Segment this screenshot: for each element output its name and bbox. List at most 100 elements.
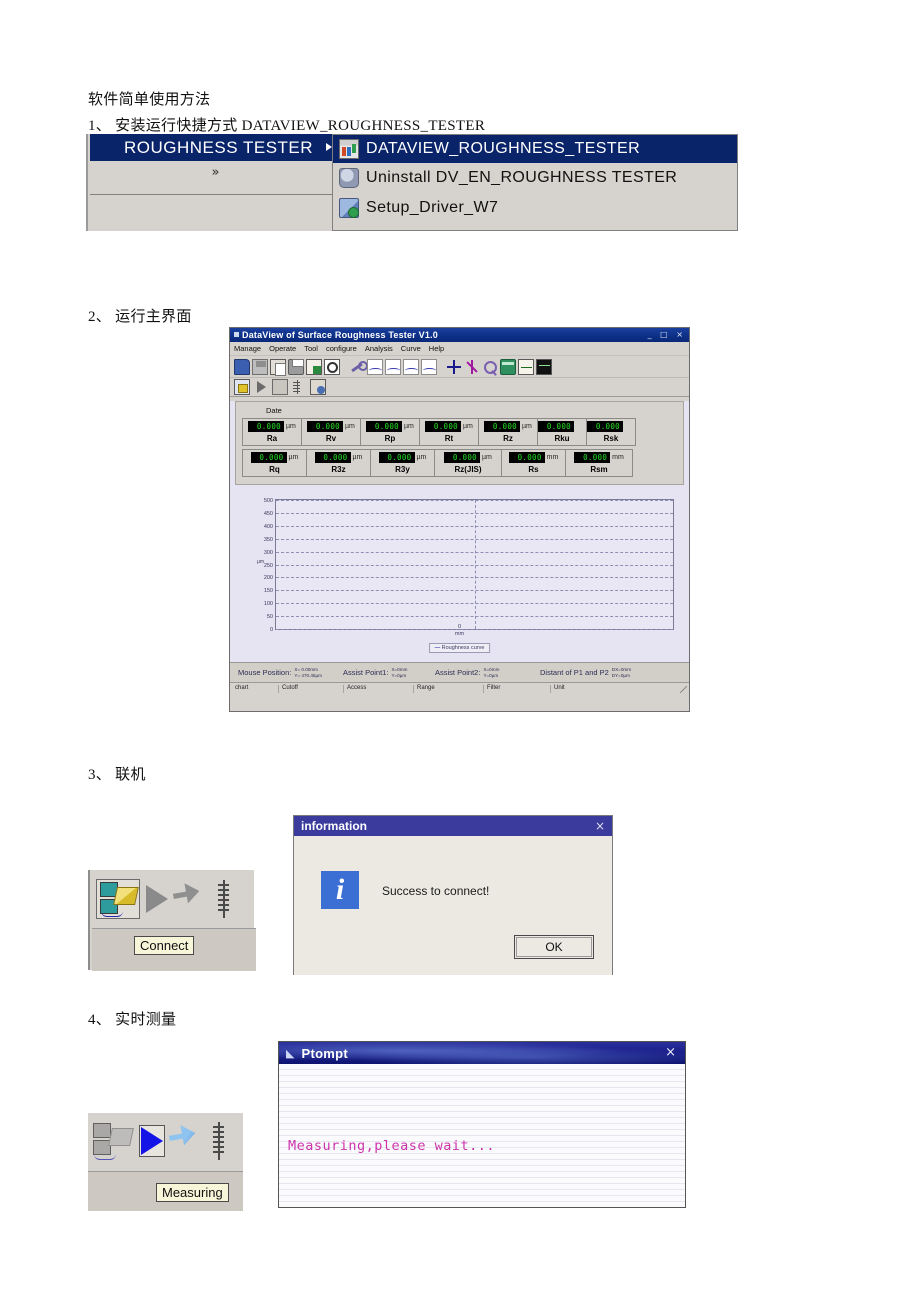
- chart-y-tick-label: 50: [266, 614, 273, 621]
- date-label: Date: [266, 406, 282, 415]
- close-icon[interactable]: ×: [665, 1045, 676, 1060]
- measurement-value: 0.000: [508, 452, 545, 463]
- crosshair-icon[interactable]: [446, 359, 462, 375]
- start-menu: ROUGHNESS TESTER » DATAVIEW_ROUGHNESS_TE…: [86, 134, 738, 231]
- menu-item-dataview-roughness-tester[interactable]: DATAVIEW_ROUGHNESS_TESTER: [333, 135, 737, 163]
- measuring-tooltip: Measuring: [156, 1183, 229, 1202]
- measurement-label: Rz: [503, 434, 513, 443]
- measurement-rsm[interactable]: 0.000 mm Rsm: [565, 449, 633, 477]
- profile-r-curve-icon[interactable]: [385, 358, 401, 375]
- copy-icon[interactable]: [270, 358, 286, 376]
- resize-grip[interactable]: [680, 686, 687, 693]
- transfer-icon[interactable]: [171, 879, 214, 919]
- play-icon[interactable]: [253, 379, 269, 395]
- measurement-label: Rq: [269, 465, 280, 474]
- settings-wrench-icon[interactable]: [349, 359, 368, 375]
- measure-range-icon[interactable]: [291, 379, 307, 395]
- ok-button[interactable]: OK: [514, 935, 594, 959]
- transfer-icon[interactable]: [272, 379, 288, 395]
- measurement-rz[interactable]: 0.000 µm Rz: [478, 418, 538, 446]
- measurement-value: 0.000: [307, 421, 343, 432]
- chart-icon[interactable]: [518, 358, 534, 375]
- chart-y-tick-label: 200: [263, 575, 273, 582]
- menu-item-setup-driver[interactable]: Setup_Driver_W7: [333, 193, 737, 223]
- print-preview-icon[interactable]: [324, 358, 340, 375]
- layers-icon[interactable]: [500, 358, 516, 375]
- measurement-value: 0.000: [378, 452, 415, 463]
- profile-rk-curve-icon[interactable]: [403, 358, 419, 375]
- start-menu-expand-chevron[interactable]: »: [90, 161, 341, 185]
- measurement-rq[interactable]: 0.000 µm Rq: [242, 449, 307, 477]
- measurements-panel: Date 0.000 µm Ra 0.000 µm Rv 0.000 µm Rp…: [235, 401, 684, 485]
- ptompt-message: Measuring,please wait...: [288, 1138, 496, 1154]
- chart-y-tick-label: 100: [263, 601, 273, 608]
- measurement-rv[interactable]: 0.000 µm Rv: [301, 418, 361, 446]
- star-marker-icon[interactable]: [464, 359, 480, 375]
- measurement-value: 0.000: [366, 421, 402, 432]
- menu-item-uninstall[interactable]: Uninstall DV_EN_ROUGHNESS TESTER: [333, 163, 737, 193]
- profile-p-curve-icon[interactable]: [367, 358, 383, 375]
- play-icon[interactable]: [146, 885, 168, 913]
- chart-y-tick-label: 0: [269, 627, 273, 633]
- mouse-position-x: X= 0.00mm: [294, 666, 318, 672]
- status-field-access: Access: [343, 685, 366, 693]
- measurement-rp[interactable]: 0.000 µm Rp: [360, 418, 420, 446]
- measuring-toolbar-screenshot: Measuring: [88, 1113, 243, 1211]
- device-setup-icon[interactable]: [310, 379, 326, 395]
- chart-plot-area[interactable]: 0 50 100 150 200 250 300 350 400 450 500: [264, 498, 674, 633]
- ruler-icon[interactable]: [218, 880, 230, 918]
- close-icon[interactable]: ×: [595, 819, 605, 833]
- export-doc-icon[interactable]: [306, 358, 322, 375]
- zoom-icon[interactable]: [482, 359, 498, 375]
- measurement-value: 0.000: [248, 421, 284, 432]
- chart-x-axis-label: mm: [454, 631, 465, 637]
- signal-wave: [101, 911, 123, 917]
- measurement-unit: µm: [288, 454, 299, 461]
- measurement-rz-jis[interactable]: 0.000 µm Rz(JIS): [434, 449, 502, 477]
- menu-analysis[interactable]: Analysis: [365, 344, 393, 353]
- menu-manage[interactable]: Manage: [234, 344, 261, 353]
- assist-point1-label: Assist Point1:: [343, 668, 389, 677]
- measurement-rsk[interactable]: 0.000 Rsk: [586, 418, 636, 446]
- ruler-icon[interactable]: [213, 1122, 225, 1160]
- connect-icon[interactable]: [234, 379, 250, 395]
- distance-dx: DX=0mm: [611, 666, 632, 672]
- measurement-rt[interactable]: 0.000 µm Rt: [419, 418, 479, 446]
- dialog-titlebar: information ×: [294, 816, 612, 836]
- measurement-label: Rv: [325, 434, 337, 443]
- play-button[interactable]: [139, 1125, 165, 1157]
- window-controls[interactable]: _ □ ×: [648, 330, 686, 339]
- save-icon[interactable]: [252, 358, 268, 375]
- measurement-r3y[interactable]: 0.000 µm R3y: [370, 449, 435, 477]
- assist-point1-group: Assist Point1: X=0mm Y=0µm: [343, 667, 407, 679]
- open-folder-icon[interactable]: [234, 358, 250, 375]
- connect-icon[interactable]: [96, 879, 140, 919]
- measurement-label: Rz(JIS): [454, 465, 482, 474]
- play-icon: [141, 1127, 163, 1155]
- menu-configure[interactable]: configure: [326, 344, 357, 353]
- slope-curve-icon[interactable]: [421, 358, 437, 375]
- measurement-ra[interactable]: 0.000 µm Ra: [242, 418, 302, 446]
- measurement-label: Rsm: [590, 465, 608, 474]
- connect-toolbar-row: [92, 874, 256, 924]
- measurement-rku[interactable]: 0.000 Rku: [537, 418, 587, 446]
- print-icon[interactable]: [288, 358, 304, 375]
- assist-point2-label: Assist Point2:: [435, 668, 481, 677]
- measurement-r3z[interactable]: 0.000 µm R3z: [306, 449, 371, 477]
- dialog-body: i Success to connect! OK: [294, 836, 612, 975]
- roughness-chart[interactable]: µm 0 50 100 150 200 250 300 350 400 450 500 0 mm —…: [235, 491, 684, 659]
- chart-x-tick-label: 0: [457, 624, 462, 630]
- transfer-icon[interactable]: [167, 1121, 210, 1161]
- screen-icon[interactable]: [536, 358, 552, 375]
- measurement-unit: mm: [546, 454, 559, 461]
- setup-icon: [339, 198, 359, 218]
- mouse-position-y: Y= 470.45µm: [294, 672, 322, 678]
- menu-tool[interactable]: Tool: [304, 344, 318, 353]
- menu-operate[interactable]: Operate: [269, 344, 296, 353]
- menu-help[interactable]: Help: [429, 344, 444, 353]
- connect-icon[interactable]: [90, 1121, 134, 1161]
- measurement-rs[interactable]: 0.000 mm Rs: [501, 449, 566, 477]
- menu-curve[interactable]: Curve: [401, 344, 421, 353]
- connect-tooltip: Connect: [134, 936, 195, 955]
- start-menu-parent-item[interactable]: ROUGHNESS TESTER: [90, 134, 341, 161]
